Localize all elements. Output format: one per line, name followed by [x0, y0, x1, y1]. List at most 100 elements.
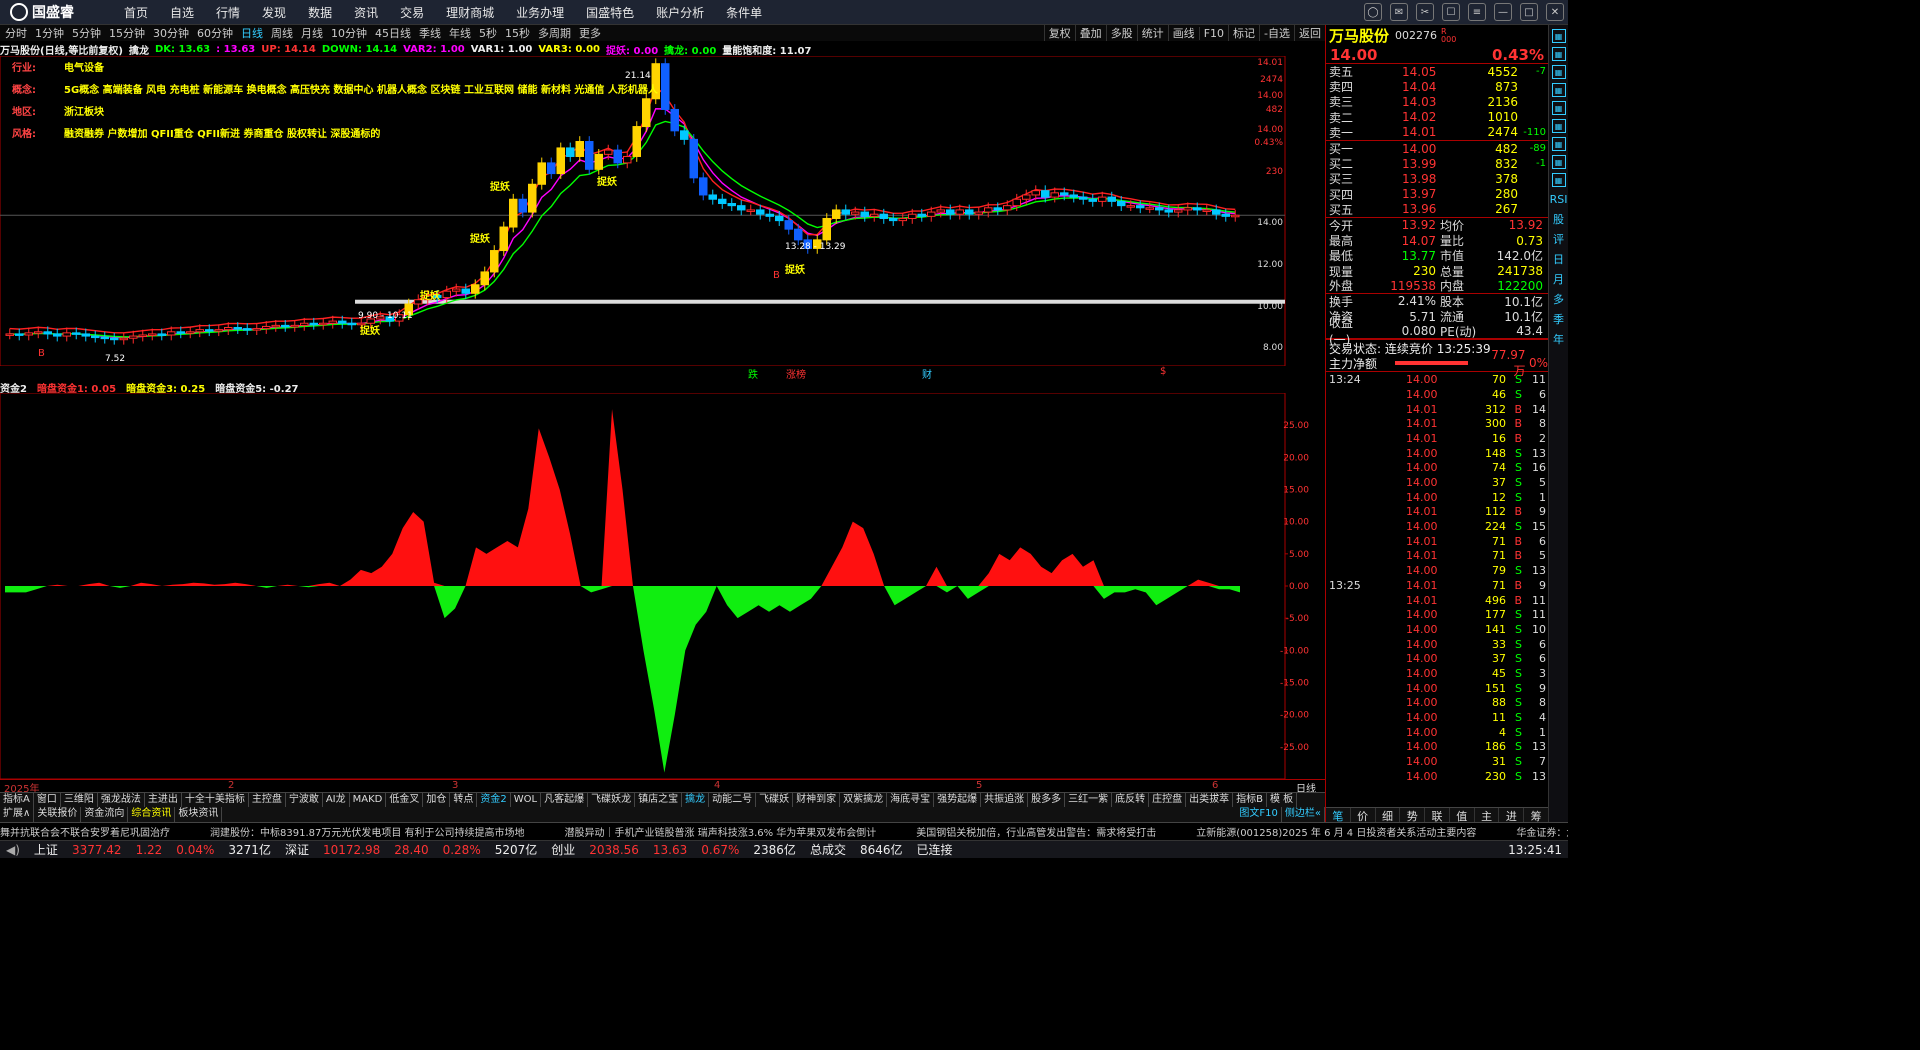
mail-icon[interactable]: ✉ — [1390, 3, 1408, 21]
fund-chart[interactable]: 25.00 20.00 15.00 10.00 5.00 0.00 -5.00 -10.00 -… — [0, 392, 1325, 780]
period-0[interactable]: 分时 — [5, 25, 27, 41]
news-ticker[interactable]: 舞并抗联合会不联合安罗着尼巩固治疗 润建股份：中标8391.87万元光伏发电项目 … — [0, 822, 1568, 840]
book-row[interactable]: 卖五 14.05 4552 -7 — [1326, 64, 1548, 80]
indicator-tab-15[interactable]: 凡客起爆 — [541, 793, 589, 807]
side-tool-icon[interactable]: ▦ — [1551, 119, 1566, 133]
period-14[interactable]: 15秒 — [505, 25, 530, 41]
indicator-tab-7[interactable]: 宁波敢 — [286, 793, 323, 807]
book-row[interactable]: 卖二 14.02 1010 — [1326, 110, 1548, 125]
indicator-tab-11[interactable]: 加仓 — [423, 793, 451, 807]
menu-item-9[interactable]: 国盛特色 — [586, 4, 634, 21]
indicator-tab-2[interactable]: 三维阳 — [61, 793, 98, 807]
quote-tab-6[interactable]: 主 — [1475, 808, 1500, 823]
indicator-tab-17[interactable]: 镇店之宝 — [635, 793, 683, 807]
indicator-tab-29[interactable]: 庄控盘 — [1149, 793, 1187, 807]
book-row[interactable]: 买四 13.97 280 — [1326, 187, 1548, 202]
book-row[interactable]: 卖一 14.01 2474 -110 — [1326, 125, 1548, 140]
period-8[interactable]: 月线 — [301, 25, 323, 41]
tool-button-5[interactable]: F10 — [1198, 26, 1228, 40]
book-row[interactable]: 买五 13.96 267 — [1326, 202, 1548, 217]
indicator-tab-8[interactable]: AI龙 — [323, 793, 350, 807]
indicator-tab-6[interactable]: 主控盘 — [249, 793, 286, 807]
sub-indicator-name[interactable]: 资金2 — [0, 380, 27, 395]
news-item[interactable]: 美国钢铝关税加倍，行业高管发出警告：需求将受打击 — [916, 824, 1156, 839]
period-9[interactable]: 10分钟 — [331, 25, 367, 41]
period-15[interactable]: 多周期 — [538, 25, 571, 41]
indicator-tab-28[interactable]: 底反转 — [1112, 793, 1150, 807]
tool-button-4[interactable]: 画线 — [1167, 25, 1199, 41]
period-1[interactable]: 1分钟 — [35, 25, 64, 41]
period-16[interactable]: 更多 — [579, 25, 601, 41]
minimize-icon[interactable]: — — [1494, 3, 1512, 21]
period-11[interactable]: 季线 — [419, 25, 441, 41]
period-7[interactable]: 周线 — [271, 25, 293, 41]
maximize-icon[interactable]: □ — [1520, 3, 1538, 21]
tool-button-2[interactable]: 多股 — [1105, 25, 1137, 41]
side-tab-4[interactable]: 月 — [1552, 271, 1566, 287]
tool-button-7[interactable]: -自选 — [1259, 25, 1294, 41]
event-marker[interactable]: $ — [1160, 366, 1166, 377]
side-tab-5[interactable]: 多 — [1552, 291, 1566, 307]
quote-tab-2[interactable]: 细 — [1376, 808, 1401, 823]
quote-tab-8[interactable]: 筹 — [1524, 808, 1550, 823]
side-tool-icon[interactable]: ▦ — [1551, 173, 1566, 187]
menu-item-2[interactable]: 行情 — [216, 4, 240, 21]
indicator-tab-5[interactable]: 十全十美指标 — [182, 793, 249, 807]
side-tool-icon[interactable]: ▦ — [1551, 83, 1566, 97]
side-tab-1[interactable]: 股 — [1552, 211, 1566, 227]
info-tab-3[interactable]: 综合资讯 — [128, 807, 176, 822]
info-tab-4[interactable]: 板块资讯 — [175, 807, 223, 822]
indicator-tab-20[interactable]: 飞碟妖 — [756, 793, 794, 807]
info-tab-0[interactable]: 扩展∧ — [0, 807, 35, 822]
indicator-tab-14[interactable]: WOL — [511, 793, 542, 807]
period-13[interactable]: 5秒 — [479, 25, 497, 41]
info-tab-2[interactable]: 资金流向 — [81, 807, 129, 822]
news-item[interactable]: 华金证券：六维力传感器 — [1516, 824, 1568, 839]
menu-item-7[interactable]: 理财商城 — [446, 4, 494, 21]
indicator-tab-32[interactable]: 模 板 — [1267, 793, 1298, 807]
side-tool-icon[interactable]: ▦ — [1551, 47, 1566, 61]
book-row[interactable]: 买一 14.00 482 -89 — [1326, 141, 1548, 157]
side-tab-2[interactable]: 评 — [1552, 231, 1566, 247]
tools-icon[interactable]: ✂ — [1416, 3, 1434, 21]
speaker-icon[interactable]: ◀) — [6, 843, 20, 857]
quote-tab-7[interactable]: 进 — [1499, 808, 1525, 823]
indicator-tab-10[interactable]: 低金叉 — [386, 793, 424, 807]
news-item[interactable]: 立新能源(001258)2025 年 6 月 4 日投资者关系活动主要内容 — [1196, 824, 1476, 839]
tool-button-0[interactable]: 复权 — [1043, 25, 1075, 41]
news-item[interactable]: 潜股异动｜手机产业链股普涨 瑞声科技涨3.6% 华为苹果双发布会倒计 — [565, 824, 877, 839]
indicator-tab-19[interactable]: 动能二号 — [709, 793, 757, 807]
side-tool-icon[interactable]: ▦ — [1551, 65, 1566, 79]
indicator-tab-9[interactable]: MAKD — [350, 793, 387, 807]
tool-button-1[interactable]: 叠加 — [1074, 25, 1106, 41]
period-2[interactable]: 5分钟 — [72, 25, 101, 41]
connection-status[interactable]: 已连接 — [917, 841, 953, 858]
quote-tab-5[interactable]: 值 — [1450, 808, 1475, 823]
app-logo[interactable]: 国盛睿 — [10, 2, 110, 22]
indicator-tab-18[interactable]: 擒龙 — [682, 793, 710, 807]
indicator-tab-24[interactable]: 强势起爆 — [934, 793, 982, 807]
quote-tab-4[interactable]: 联 — [1425, 808, 1450, 823]
side-tool-icon[interactable]: ▦ — [1551, 137, 1566, 151]
side-tool-icon[interactable]: ▦ — [1551, 155, 1566, 169]
menu-item-8[interactable]: 业务办理 — [516, 4, 564, 21]
indicator-tab-16[interactable]: 飞碟妖龙 — [588, 793, 636, 807]
indicator-tab-4[interactable]: 主进出 — [145, 793, 182, 807]
menu-item-1[interactable]: 自选 — [170, 4, 194, 21]
indicator-tab-22[interactable]: 双紫擒龙 — [840, 793, 888, 807]
menu-item-3[interactable]: 发现 — [262, 4, 286, 21]
tool-button-6[interactable]: 标记 — [1228, 25, 1259, 41]
side-tab-6[interactable]: 季 — [1552, 311, 1566, 327]
quote-tab-1[interactable]: 价 — [1351, 808, 1376, 823]
book-row[interactable]: 买三 13.98 378 — [1326, 171, 1548, 187]
indicator-tab-1[interactable]: 窗口 — [34, 793, 61, 807]
side-tab-7[interactable]: 年 — [1552, 331, 1566, 347]
side-tab-0[interactable]: RSI — [1550, 191, 1568, 207]
quote-tab-3[interactable]: 势 — [1400, 808, 1426, 823]
side-tool-icon[interactable]: ▦ — [1551, 29, 1566, 43]
info-tab-1[interactable]: 关联报价 — [34, 807, 82, 822]
book-row[interactable]: 卖四 14.04 873 — [1326, 79, 1548, 95]
menu-item-11[interactable]: 条件单 — [726, 4, 762, 21]
indicator-tab-0[interactable]: 指标A — [0, 793, 34, 807]
indicator-name[interactable]: 擒龙 — [129, 42, 149, 57]
